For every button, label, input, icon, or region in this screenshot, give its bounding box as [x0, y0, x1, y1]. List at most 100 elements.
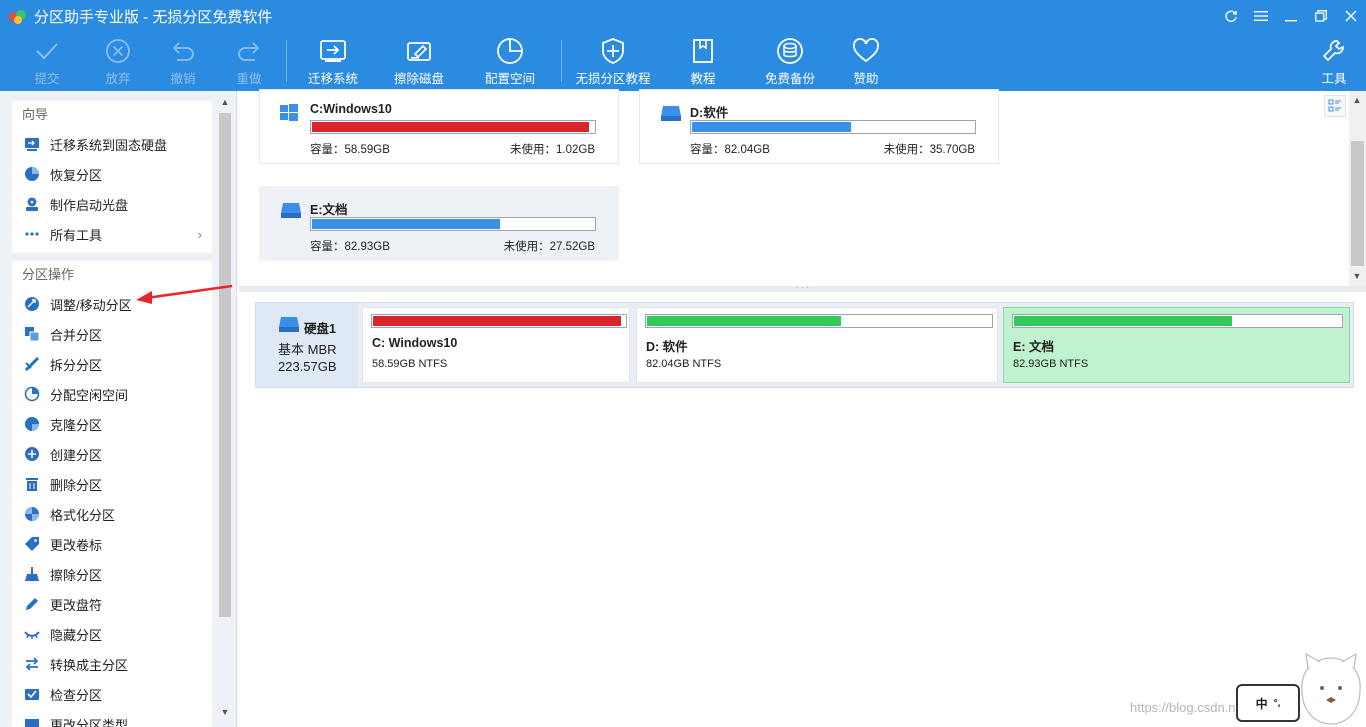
cancel-circle-icon	[105, 36, 131, 66]
sidebar-item-recover-partition[interactable]: 恢复分区	[12, 159, 212, 189]
scroll-down-icon[interactable]: ▼	[220, 707, 230, 717]
sidebar-item-create[interactable]: 创建分区	[12, 439, 212, 469]
change-type-icon	[24, 716, 40, 727]
menu-icon[interactable]	[1246, 0, 1276, 32]
sidebar-item-label: 恢复分区	[50, 167, 103, 183]
scroll-up-icon[interactable]: ▲	[220, 97, 230, 107]
pie-chart-icon	[496, 36, 524, 66]
convert-arrows-icon	[24, 656, 40, 672]
sidebar-item-label: 更改盘符	[50, 597, 103, 613]
more-dots-icon	[24, 226, 40, 242]
sidebar-item-delete[interactable]: 删除分区	[12, 469, 212, 499]
sidebar-item-change-letter[interactable]: 更改盘符	[12, 589, 212, 619]
sidebar-item-hide[interactable]: 隐藏分区	[12, 619, 212, 649]
mascot-cat-icon	[1301, 652, 1361, 725]
sidebar-item-all-tools[interactable]: 所有工具 ›	[12, 219, 212, 249]
left-sidebar: 向导 迁移系统到固态硬盘 恢复分区 制作启动光盘 所有工具 › 分区操作 调整/…	[0, 91, 237, 727]
tutorial-label: 教程	[690, 72, 716, 86]
sidebar-item-check[interactable]: 检查分区	[12, 679, 212, 709]
sidebar-item-change-type[interactable]: 更改分区类型	[12, 709, 212, 727]
view-toggle-icon[interactable]	[1324, 95, 1346, 117]
sidebar-item-label: 创建分区	[50, 447, 103, 463]
partition-label: D: 软件	[646, 340, 688, 354]
scrollbar-thumb[interactable]	[219, 113, 231, 617]
discard-label: 放弃	[105, 72, 131, 86]
allocate-space-button[interactable]: 配置空间	[474, 36, 546, 88]
partition-card-d[interactable]: D:软件 容量：82.04GB 未使用：35.70GB	[639, 89, 999, 164]
sidebar-item-make-boot-disc[interactable]: 制作启动光盘	[12, 189, 212, 219]
partition-card-c[interactable]: C:Windows10 容量：58.59GB 未使用：1.02GB	[259, 89, 619, 164]
check-icon	[34, 36, 60, 66]
migrate-os-button[interactable]: 迁移系统	[297, 36, 369, 88]
app-logo-icon	[8, 6, 28, 26]
restore-icon[interactable]	[1306, 0, 1336, 32]
redo-button[interactable]: 重做	[213, 36, 285, 88]
close-icon[interactable]	[1336, 0, 1366, 32]
sidebar-item-allocate-free[interactable]: 分配空闲空间	[12, 379, 212, 409]
donate-button[interactable]: 赞助	[830, 36, 902, 88]
wrench-icon	[1321, 36, 1347, 66]
refresh-icon[interactable]	[1216, 0, 1246, 32]
usage-fill	[312, 219, 501, 229]
sidebar-item-format[interactable]: 格式化分区	[12, 499, 212, 529]
minimize-icon[interactable]	[1276, 0, 1306, 32]
wipe-disk-button[interactable]: 擦除磁盘	[383, 36, 455, 88]
free-backup-button[interactable]: 免费备份	[754, 36, 826, 88]
annotation-arrow-icon	[136, 284, 233, 304]
partition-free: 未使用：35.70GB	[883, 144, 975, 156]
sidebar-item-label: 克隆分区	[50, 417, 103, 433]
sidebar-item-label: 迁移系统到固态硬盘	[50, 137, 168, 153]
toolbar-divider	[286, 40, 287, 82]
disk-size: 223.57GB	[278, 359, 337, 374]
sidebar-panel: 向导 迁移系统到固态硬盘 恢复分区 制作启动光盘 所有工具 › 分区操作 调整/…	[12, 101, 212, 727]
wizard-section-title: 向导	[22, 107, 49, 122]
usage-bar	[1012, 314, 1343, 328]
ime-indicator[interactable]: 中 °,	[1236, 684, 1300, 722]
disk-info[interactable]: 硬盘1 基本 MBR 223.57GB	[256, 303, 358, 387]
sidebar-item-convert-primary[interactable]: 转换成主分区	[12, 649, 212, 679]
partition-card-e[interactable]: E:文档 容量：82.93GB 未使用：27.52GB	[259, 186, 619, 261]
disk-partition-d[interactable]: D: 软件 82.04GB NTFS	[636, 307, 998, 383]
usage-bar	[310, 120, 596, 134]
chevron-right-icon: ›	[197, 226, 202, 242]
tools-button[interactable]: 工具	[1298, 36, 1366, 88]
sidebar-item-label: 删除分区	[50, 477, 103, 493]
scroll-up-icon[interactable]: ▲	[1352, 95, 1362, 105]
tutorial-button[interactable]: 教程	[667, 36, 739, 88]
scroll-down-icon[interactable]: ▼	[1352, 271, 1362, 281]
partition-list-scrollbar[interactable]: ▲ ▼	[1349, 91, 1366, 286]
migrate-disk-icon	[319, 36, 347, 66]
sidebar-item-wipe[interactable]: 擦除分区	[12, 559, 212, 589]
sidebar-item-label: 更改分区类型	[50, 717, 129, 727]
drive-icon	[280, 201, 302, 222]
partition-fs: 58.59GB NTFS	[372, 358, 448, 370]
sidebar-item-label: 所有工具	[50, 227, 103, 243]
disk-row[interactable]: 硬盘1 基本 MBR 223.57GB C: Windows10 58.59GB…	[255, 302, 1354, 388]
sidebar-item-label: 拆分分区	[50, 357, 103, 373]
lossless-tutorial-button[interactable]: 无损分区教程	[572, 36, 654, 88]
disk-partition-e[interactable]: E: 文档 82.93GB NTFS	[1003, 307, 1350, 383]
sidebar-scrollbar[interactable]: ▲ ▼	[217, 93, 233, 723]
donate-label: 赞助	[853, 72, 879, 86]
partition-free: 未使用：27.52GB	[503, 241, 595, 253]
resize-partition-icon	[24, 296, 40, 312]
partition-label: C: Windows10	[372, 336, 458, 350]
scrollbar-thumb[interactable]	[1351, 141, 1364, 266]
format-icon	[24, 506, 40, 522]
sidebar-item-migrate-ssd[interactable]: 迁移系统到固态硬盘	[12, 129, 212, 159]
partition-list-panel: C:Windows10 容量：58.59GB 未使用：1.02GB D:软件 容…	[239, 89, 1366, 286]
sidebar-item-change-label[interactable]: 更改卷标	[12, 529, 212, 559]
undo-button[interactable]: 撤销	[147, 36, 219, 88]
sidebar-item-label: 制作启动光盘	[50, 197, 129, 213]
sidebar-item-merge[interactable]: 合并分区	[12, 319, 212, 349]
tools-label: 工具	[1321, 72, 1347, 86]
allocate-pie-icon	[24, 386, 40, 402]
sidebar-item-split[interactable]: 拆分分区	[12, 349, 212, 379]
partition-capacity: 容量：58.59GB	[310, 144, 390, 156]
migrate-os-label: 迁移系统	[307, 72, 358, 86]
discard-button[interactable]: 放弃	[82, 36, 154, 88]
disk-partition-c[interactable]: C: Windows10 58.59GB NTFS	[362, 307, 630, 383]
commit-button[interactable]: 提交	[11, 36, 83, 88]
sidebar-item-clone[interactable]: 克隆分区	[12, 409, 212, 439]
sidebar-item-label: 擦除分区	[50, 567, 103, 583]
